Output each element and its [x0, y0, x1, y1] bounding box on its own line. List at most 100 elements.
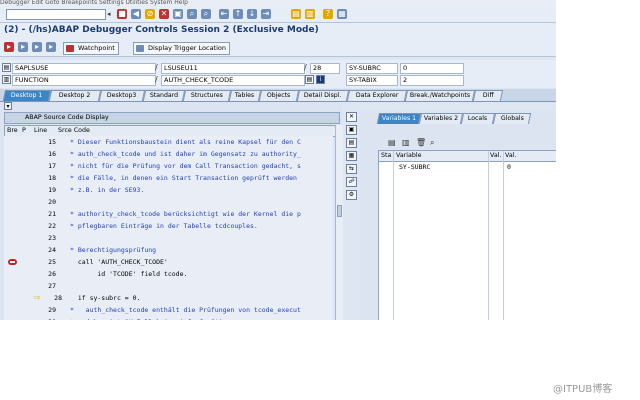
close-tool-icon[interactable]: ✕ — [346, 112, 357, 122]
swap-tool-icon[interactable]: ⇆ — [346, 164, 357, 174]
source-line[interactable]: 16 * auth_check_tcode und ist daher im Ge… — [4, 148, 333, 160]
line-field[interactable]: 28 — [310, 63, 340, 74]
panel-menu-icon[interactable]: ▾ — [4, 102, 12, 110]
source-line[interactable]: 20 — [4, 196, 333, 208]
layout-icon[interactable]: ▦ — [337, 9, 347, 19]
exit-icon[interactable]: ⊘ — [145, 9, 155, 19]
return-icon[interactable]: ▸ — [32, 42, 42, 52]
tab-label: Desktop 1 — [11, 92, 43, 99]
source-line[interactable]: 26 id 'TCODE' field tcode. — [4, 268, 333, 280]
tab-structures[interactable]: Structures — [182, 90, 232, 101]
variable-value-cell[interactable]: 0 — [507, 162, 511, 172]
source-line[interactable]: 22 * pflegbaren Einträge in der Tabelle t… — [4, 220, 333, 232]
code-text: * Dieser Funktionsbaustein dient als rei… — [70, 138, 301, 146]
source-line[interactable]: 25 call 'AUTH_CHECK_TCODE' — [4, 256, 333, 268]
step-icon[interactable]: ▸ — [4, 42, 14, 52]
tab-objects[interactable]: Objects — [258, 90, 300, 101]
program-field[interactable]: SAPLSUSE — [12, 63, 156, 74]
shortcut-icon[interactable]: ▥ — [305, 9, 315, 19]
tab-label: Tables — [235, 92, 255, 99]
print-icon[interactable]: ▣ — [173, 9, 183, 19]
line-number: 28 — [54, 294, 62, 302]
trigger-location-icon — [136, 45, 144, 52]
source-line[interactable]: 17 * nicht für die Prüfung vor dem Call T… — [4, 160, 333, 172]
back-icon[interactable]: ◀ — [131, 9, 141, 19]
command-history-icon[interactable]: ◂ — [107, 10, 111, 18]
settings-tool-icon[interactable]: ⚙ — [346, 190, 357, 200]
save-icon[interactable]: ■ — [117, 9, 127, 19]
tab-desktop-1[interactable]: Desktop 1 — [2, 90, 52, 101]
source-line[interactable]: 30 * daher ist OK-Fall keine Aufruf nötig — [4, 316, 333, 320]
find-icon[interactable]: ⌕ — [187, 9, 197, 19]
next-page-icon[interactable]: ↓ — [247, 9, 257, 19]
display-trigger-button[interactable]: Display Trigger Location — [133, 42, 230, 55]
event-type-field[interactable]: FUNCTION — [12, 75, 156, 86]
line-number: 26 — [48, 270, 56, 278]
source-line[interactable]: 19 * z.B. in der SE93. — [4, 184, 333, 196]
event-name-field[interactable]: AUTH_CHECK_TCODE — [161, 75, 305, 86]
source-line[interactable]: 23 — [4, 232, 333, 244]
col-value-type[interactable]: Val. — [490, 151, 501, 161]
tabix-value: 2 — [400, 75, 464, 86]
help-icon[interactable]: ? — [323, 9, 333, 19]
col-line[interactable]: Line — [34, 126, 47, 136]
watchpoint-button[interactable]: Watchpoint — [63, 42, 119, 55]
find-next-icon[interactable]: ⌕ — [201, 9, 211, 19]
delete-icon[interactable]: 🗑 — [416, 138, 426, 147]
scrollbar-thumb[interactable] — [337, 205, 342, 217]
vars-tab-variables-2[interactable]: Variables 2 — [418, 113, 464, 124]
col-source-code[interactable]: Srce Code — [58, 126, 90, 136]
vars-tab-globals[interactable]: Globals — [492, 113, 532, 124]
col-variable[interactable]: Variable — [396, 151, 422, 161]
source-line[interactable]: 21 * authority_check_tcode berücksichtigt… — [4, 208, 333, 220]
new-tool-icon[interactable]: ▣ — [346, 125, 357, 135]
col-breakpoint[interactable]: Bre — [7, 126, 18, 136]
detail-icon[interactable]: ▤ — [388, 138, 396, 147]
tab-desktop3[interactable]: Desktop3 — [98, 90, 146, 101]
desktop-tabstrip: Desktop 1 Desktop 2 Desktop3 Standard Struct… — [0, 89, 556, 102]
continue-icon[interactable]: ▸ — [46, 42, 56, 52]
breakpoint-icon[interactable] — [8, 259, 17, 265]
col-status[interactable]: Sta — [381, 151, 391, 161]
line-number: 17 — [48, 162, 56, 170]
tab-standard[interactable]: Standard — [142, 90, 186, 101]
prev-page-icon[interactable]: ↑ — [233, 9, 243, 19]
source-line[interactable]: ⇨ 28 if sy-subrc = 0. — [4, 292, 333, 304]
source-code-lines[interactable]: 15 * Dieser Funktionsbaustein dient als r… — [4, 136, 333, 320]
col-p[interactable]: P — [22, 126, 26, 136]
tab-detail-displ[interactable]: Detail Displ. — [296, 90, 350, 101]
variable-name-cell[interactable]: SY-SUBRC — [399, 162, 430, 172]
tab-data-explorer[interactable]: Data Explorer — [346, 90, 408, 101]
new-session-icon[interactable]: ▤ — [291, 9, 301, 19]
program-icon: ▤ — [2, 63, 11, 72]
display-trigger-label: Display Trigger Location — [148, 44, 226, 52]
source-line[interactable]: 27 — [4, 280, 333, 292]
info-icon[interactable]: i — [316, 75, 325, 84]
tab-break-watchpoints[interactable]: Break./Watchpoints — [404, 90, 476, 101]
maximize-tool-icon[interactable]: ▦ — [346, 151, 357, 161]
source-line[interactable]: 29 * auth_check_tcode enthält die Prüfung… — [4, 304, 333, 316]
cancel-icon[interactable]: ✕ — [159, 9, 169, 19]
line-number: 19 — [48, 186, 56, 194]
tab-desktop-2[interactable]: Desktop 2 — [48, 90, 102, 101]
last-page-icon[interactable]: ⇥ — [261, 9, 271, 19]
col-value[interactable]: Val. — [505, 151, 516, 161]
step-over-icon[interactable]: ▸ — [18, 42, 28, 52]
navigate-icon[interactable]: ▤ — [305, 75, 314, 84]
find-variable-icon[interactable]: ⌕ — [430, 138, 434, 148]
replace-tool-icon[interactable]: ▤ — [346, 138, 357, 148]
service-tool-icon[interactable]: ☍ — [346, 177, 357, 187]
source-line[interactable]: 18 * die Fälle, in denen ein Start Transa… — [4, 172, 333, 184]
first-page-icon[interactable]: ⇤ — [219, 9, 229, 19]
source-scrollbar[interactable] — [335, 125, 343, 320]
tab-tables[interactable]: Tables — [228, 90, 262, 101]
command-field[interactable] — [6, 9, 106, 20]
insert-icon[interactable]: ▥ — [402, 138, 410, 147]
current-line-arrow-icon: ⇨ — [34, 293, 41, 302]
source-line[interactable]: 15 * Dieser Funktionsbaustein dient als r… — [4, 136, 333, 148]
source-line[interactable]: 24 * Berechtigungsprüfung — [4, 244, 333, 256]
vars-tab-locals[interactable]: Locals — [460, 113, 496, 124]
vars-tab-variables-1[interactable]: Variables 1 — [376, 113, 422, 124]
include-field[interactable]: LSUSEU11 — [161, 63, 305, 74]
tab-diff[interactable]: Diff — [472, 90, 504, 101]
